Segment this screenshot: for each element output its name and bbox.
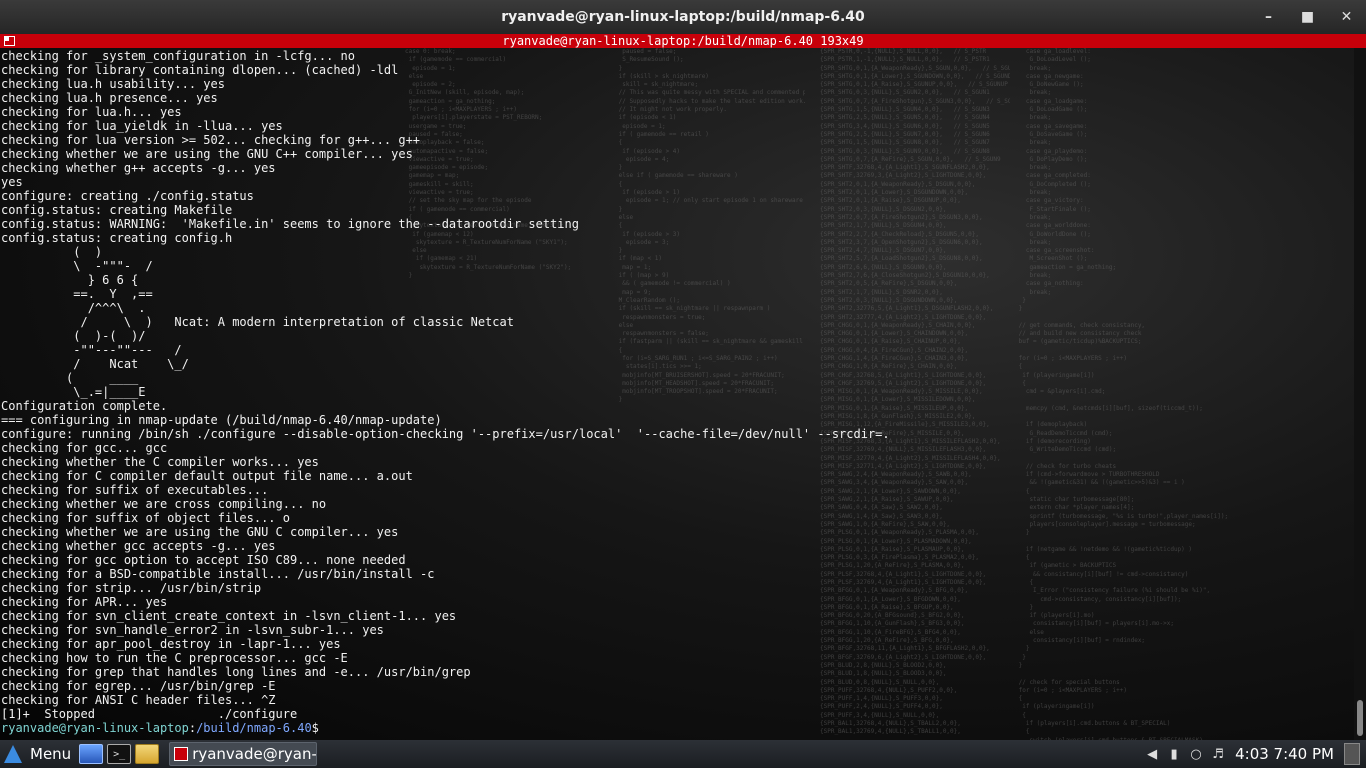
- terminal-line: / \ ) Ncat: A modern interpretation of c…: [1, 315, 514, 329]
- terminal-line: checking how to run the C preprocessor..…: [1, 651, 348, 665]
- terminal-line: checking for gcc... gcc: [1, 441, 168, 455]
- terminal-line: Configuration complete.: [1, 399, 168, 413]
- terminal-area[interactable]: case 0: break; if (gamemode == commercia…: [0, 48, 1354, 740]
- terminal-line: ( ): [1, 245, 103, 259]
- terminal-line: ( ____: [1, 371, 139, 385]
- terminal-line: checking for grep that handles long line…: [1, 665, 471, 679]
- terminal-line: checking for lua_yieldk in -llua... yes: [1, 119, 283, 133]
- terminal-line: checking for svn_handle_error2 in -lsvn_…: [1, 623, 384, 637]
- terminal-line: configure: creating ./config.status: [1, 189, 254, 203]
- prompt-path: /build/nmap-6.40: [196, 721, 312, 735]
- terminal-scrollbar[interactable]: [1354, 48, 1366, 740]
- arch-logo-icon: [4, 745, 22, 763]
- volume-icon[interactable]: ♬: [1210, 746, 1226, 762]
- wallpaper-code-column: case ga_loadlevel: G_DoLoadLevel (); bre…: [1018, 48, 1229, 740]
- terminal-window: ryanvade@ryan-linux-laptop:/build/nmap-6…: [0, 0, 1366, 740]
- terminal-line: checking for APR... yes: [1, 595, 168, 609]
- terminal-line: / Ncat \_/: [1, 357, 189, 371]
- prompt-user-host: ryanvade@ryan-linux-laptop: [1, 721, 189, 735]
- terminal-line: configure: running /bin/sh ./configure -…: [1, 427, 890, 441]
- terminal-line: } 6 6 {: [1, 273, 139, 287]
- terminal-line: ==. Y ,==: [1, 287, 153, 301]
- prompt-symbol: $: [311, 721, 319, 735]
- terminal-line: === configuring in nmap-update (/build/n…: [1, 413, 442, 427]
- prompt-separator: :: [188, 721, 197, 735]
- terminal-line: checking for strip... /usr/bin/strip: [1, 581, 262, 595]
- system-tray: ◀ ▮ ○ ♬ 4:03 7:40 PM: [1141, 740, 1366, 768]
- terminal-line: \ -"""- /: [1, 259, 153, 273]
- clock[interactable]: 4:03 7:40 PM: [1235, 745, 1334, 763]
- terminal-line: checking whether we are using the GNU C+…: [1, 147, 413, 161]
- terminal-line: [1]+ Stopped ./configure: [1, 707, 298, 721]
- show-desktop-launcher-icon[interactable]: [79, 744, 104, 764]
- tray-arrow-icon[interactable]: ◀: [1144, 746, 1160, 762]
- terminal-launcher-icon[interactable]: >_: [107, 744, 132, 764]
- terminal-output: checking for _system_configuration in -l…: [1, 49, 890, 735]
- terminal-header-text: ryanvade@ryan-linux-laptop:/build/nmap-6…: [502, 34, 864, 48]
- terminal-line: checking lua.h usability... yes: [1, 77, 225, 91]
- terminal-line: yes: [1, 175, 23, 189]
- taskbar-window-label: ryanvade@ryan-...: [192, 745, 317, 763]
- battery-icon[interactable]: ▮: [1166, 746, 1182, 762]
- start-menu-button[interactable]: Menu: [0, 740, 77, 768]
- terminal-line: checking for gcc option to accept ISO C8…: [1, 553, 406, 567]
- terminal-line: /^^^\ .: [1, 301, 146, 315]
- terminal-line: checking for apr_pool_destroy in -lapr-1…: [1, 637, 341, 651]
- terminal-header-bar: ryanvade@ryan-linux-laptop:/build/nmap-6…: [0, 34, 1366, 48]
- terminal-line: checking whether the C compiler works...…: [1, 455, 319, 469]
- show-desktop-button[interactable]: [1344, 743, 1360, 765]
- terminal-line: checking lua.h presence... yes: [1, 91, 218, 105]
- terminal-line: checking for lua version >= 502... check…: [1, 133, 421, 147]
- terminal-line: checking whether we are cross compiling.…: [1, 497, 327, 511]
- terminal-line: checking for egrep... /usr/bin/grep -E: [1, 679, 276, 693]
- terminal-line: checking for C compiler default output f…: [1, 469, 413, 483]
- terminal-line: checking whether we are using the GNU C …: [1, 525, 399, 539]
- terminal-line: checking for svn_client_create_context i…: [1, 609, 457, 623]
- terminal-line: checking whether gcc accepts -g... yes: [1, 539, 276, 553]
- scrollbar-thumb[interactable]: [1357, 700, 1363, 736]
- terminal-line: checking for suffix of object files... o: [1, 511, 290, 525]
- terminal-line: checking for library containing dlopen..…: [1, 63, 399, 77]
- file-manager-launcher-icon[interactable]: [135, 744, 160, 764]
- window-titlebar[interactable]: ryanvade@ryan-linux-laptop:/build/nmap-6…: [0, 0, 1366, 34]
- terminal-line: checking whether g++ accepts -g... yes: [1, 161, 276, 175]
- terminal-task-icon: [174, 747, 189, 761]
- network-icon[interactable]: ○: [1188, 746, 1204, 762]
- terminal-line: ( )-( )/: [1, 329, 146, 343]
- terminal-line: \_.=|____E: [1, 385, 146, 399]
- terminal-line: config.status: creating config.h: [1, 231, 233, 245]
- terminal-menu-icon[interactable]: [4, 36, 15, 46]
- terminal-line: checking for a BSD-compatible install...…: [1, 567, 435, 581]
- maximize-button[interactable]: ■: [1288, 0, 1327, 34]
- terminal-line: config.status: creating Makefile: [1, 203, 233, 217]
- window-title: ryanvade@ryan-linux-laptop:/build/nmap-6…: [501, 9, 865, 25]
- terminal-line: -""---""--- /: [1, 343, 182, 357]
- terminal-line: checking for lua.h... yes: [1, 105, 182, 119]
- terminal-line: checking for ANSI C header files... ^Z: [1, 693, 276, 707]
- close-button[interactable]: ✕: [1327, 0, 1366, 34]
- taskbar: Menu >_ ryanvade@ryan-... ◀ ▮ ○ ♬ 4:03 7…: [0, 740, 1366, 768]
- terminal-line: checking for suffix of executables...: [1, 483, 269, 497]
- terminal-line: config.status: WARNING: 'Makefile.in' se…: [1, 217, 579, 231]
- start-menu-label: Menu: [30, 745, 72, 763]
- terminal-line: checking for _system_configuration in -l…: [1, 49, 356, 63]
- shell-prompt[interactable]: ryanvade@ryan-linux-laptop:/build/nmap-6…: [1, 721, 890, 735]
- minimize-button[interactable]: –: [1249, 0, 1288, 34]
- taskbar-window-button[interactable]: ryanvade@ryan-...: [169, 742, 318, 766]
